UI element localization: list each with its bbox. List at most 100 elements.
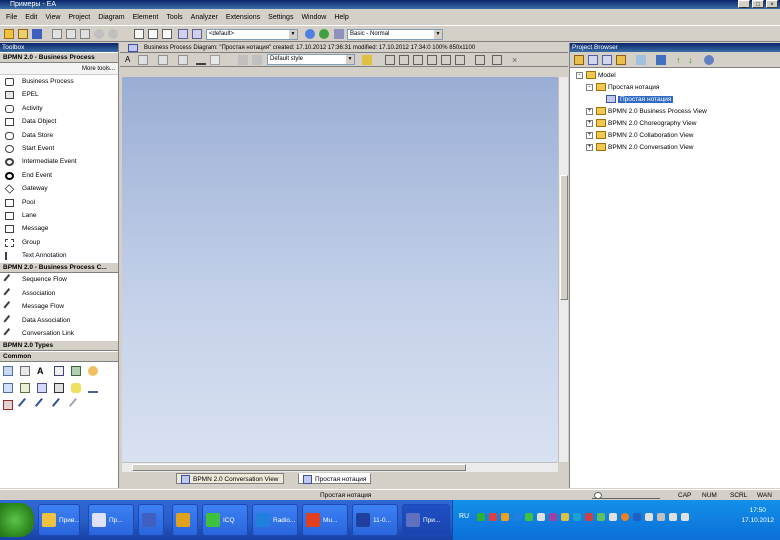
toolbox-item-message[interactable]: Message — [0, 222, 118, 235]
chevron-down-icon[interactable]: ▼ — [434, 30, 442, 39]
menu-extensions[interactable]: Extensions — [222, 14, 264, 21]
taskbar-button[interactable]: При... — [402, 504, 450, 536]
vertical-scroll-thumb[interactable] — [560, 175, 568, 300]
menu-edit[interactable]: Edit — [21, 14, 41, 21]
zoom-slider[interactable] — [592, 492, 660, 499]
align-center-icon[interactable] — [399, 55, 409, 65]
chevron-down-icon[interactable]: ▼ — [289, 30, 297, 39]
menu-diagram[interactable]: Diagram — [94, 14, 128, 21]
format-painter-icon[interactable] — [238, 55, 248, 65]
undo-icon[interactable] — [94, 29, 104, 39]
taskbar-button[interactable]: Прив... — [38, 504, 80, 536]
menu-analyzer[interactable]: Analyzer — [187, 14, 222, 21]
language-indicator[interactable]: RU — [459, 513, 469, 520]
cut-icon[interactable] — [52, 29, 62, 39]
diagram-caption-tab[interactable]: Business Process Diagram: "Простая нотац… — [120, 43, 568, 53]
globe-icon[interactable] — [319, 29, 329, 39]
apply-style-icon[interactable] — [362, 55, 372, 65]
open-folder-icon[interactable] — [18, 29, 28, 39]
volume-icon[interactable] — [681, 513, 689, 521]
toolbox-item-lane[interactable]: Lane — [0, 209, 118, 222]
toolbox-item-data-association[interactable]: Data Association — [0, 314, 118, 327]
toolbox-item-sequence-flow[interactable]: Sequence Flow — [0, 273, 118, 287]
keyboard-icon[interactable] — [561, 513, 569, 521]
diagram-canvas[interactable] — [122, 77, 558, 462]
new-diagram-icon[interactable] — [588, 55, 598, 65]
save-icon[interactable] — [32, 29, 42, 39]
taskbar-button[interactable]: 11-0... — [352, 504, 398, 536]
redo-icon[interactable] — [108, 29, 118, 39]
toolbox-item-intermediate-event[interactable]: Intermediate Event — [0, 155, 118, 168]
boundary-icon[interactable] — [3, 383, 13, 394]
notelink-icon[interactable] — [68, 398, 84, 413]
horizontal-scroll-thumb[interactable] — [132, 464, 466, 471]
brush-icon[interactable] — [252, 55, 262, 65]
toolbox-item-conversation-link[interactable]: Conversation Link — [0, 327, 118, 340]
class-icon[interactable] — [3, 366, 13, 377]
taskbar-button[interactable]: Пр... — [88, 504, 134, 536]
paste-icon[interactable] — [80, 29, 90, 39]
requirement-icon[interactable] — [3, 400, 13, 411]
align-left-icon[interactable] — [385, 55, 395, 65]
menu-project[interactable]: Project — [64, 14, 94, 21]
tab-simple-notation[interactable]: Простая нотация — [298, 473, 372, 484]
new-element-icon[interactable] — [602, 55, 612, 65]
toolbox-item-end-event[interactable]: End Event — [0, 169, 118, 182]
menu-view[interactable]: View — [41, 14, 64, 21]
toolbox-section-relationships[interactable]: BPMN 2.0 - Business Process C... — [0, 262, 118, 274]
dependency-icon[interactable] — [17, 398, 33, 413]
toolbox-item-epel[interactable]: EPEL — [0, 88, 118, 101]
diagram-icon[interactable] — [134, 29, 144, 39]
line-width-icon[interactable] — [196, 55, 206, 65]
collapse-icon[interactable]: - — [576, 71, 583, 79]
package-control-icon[interactable] — [616, 55, 626, 65]
expand-icon[interactable]: + — [586, 119, 593, 127]
safely-remove-icon[interactable] — [669, 513, 677, 521]
fill-color-icon[interactable] — [158, 55, 168, 65]
display-icon[interactable] — [537, 513, 545, 521]
hyperlink-icon[interactable] — [71, 366, 81, 377]
skype-icon[interactable] — [573, 513, 581, 521]
toolbox-item-data-store[interactable]: Data Store — [0, 129, 118, 142]
tree-node[interactable]: + BPMN 2.0 Conversation View — [586, 142, 694, 154]
style-combo[interactable]: Default style ▼ — [267, 54, 355, 65]
tree-node[interactable]: + BPMN 2.0 Collaboration View — [586, 130, 694, 142]
line-color-icon[interactable] — [138, 55, 148, 65]
update-icon[interactable] — [501, 513, 509, 521]
tab-conversation-view[interactable]: BPMN 2.0 Conversation View — [176, 473, 284, 484]
taskbar-button[interactable]: Radio... — [252, 504, 298, 536]
move-down-icon[interactable]: ↓ — [688, 55, 698, 65]
align-bottom-icon[interactable] — [455, 55, 465, 65]
image-icon[interactable] — [37, 383, 47, 394]
power-icon[interactable] — [633, 513, 641, 521]
align-top-icon[interactable] — [427, 55, 437, 65]
usb-icon[interactable] — [609, 513, 617, 521]
note-icon[interactable] — [20, 366, 30, 377]
more-tools-button[interactable]: More tools... — [0, 63, 118, 75]
menu-tools[interactable]: Tools — [162, 14, 186, 21]
perspective-combo[interactable]: <default> ▼ — [206, 29, 298, 40]
toolbox-item-text-annotation[interactable]: Text Annotation — [0, 249, 118, 262]
expand-icon[interactable]: + — [586, 107, 593, 115]
taskbar-button[interactable]: Mu... — [302, 504, 348, 536]
bluetooth-icon[interactable] — [513, 513, 521, 521]
new-package-icon[interactable] — [574, 55, 584, 65]
toolbox-section-business-process[interactable]: BPMN 2.0 - Business Process — [0, 52, 118, 63]
tree-node[interactable]: - Model — [576, 70, 616, 82]
menu-settings[interactable]: Settings — [264, 14, 297, 21]
tree-node[interactable]: Простая нотация — [596, 94, 674, 106]
settings-tray-icon[interactable] — [657, 513, 665, 521]
tree-node[interactable]: + BPMN 2.0 Choreography View — [586, 118, 696, 130]
media-icon[interactable] — [549, 513, 557, 521]
start-button[interactable] — [0, 503, 34, 537]
network-icon[interactable] — [477, 513, 485, 521]
toolbox-item-pool[interactable]: Pool — [0, 196, 118, 209]
toolbox-item-activity[interactable]: Activity — [0, 102, 118, 115]
browse-icon[interactable] — [192, 29, 202, 39]
document-artifact-icon[interactable] — [54, 383, 64, 394]
border-icon[interactable] — [178, 55, 188, 65]
align-middle-icon[interactable] — [441, 55, 451, 65]
package-icon[interactable] — [20, 383, 30, 394]
toolbox-item-start-event[interactable]: Start Event — [0, 142, 118, 155]
legend-icon[interactable] — [54, 366, 64, 377]
